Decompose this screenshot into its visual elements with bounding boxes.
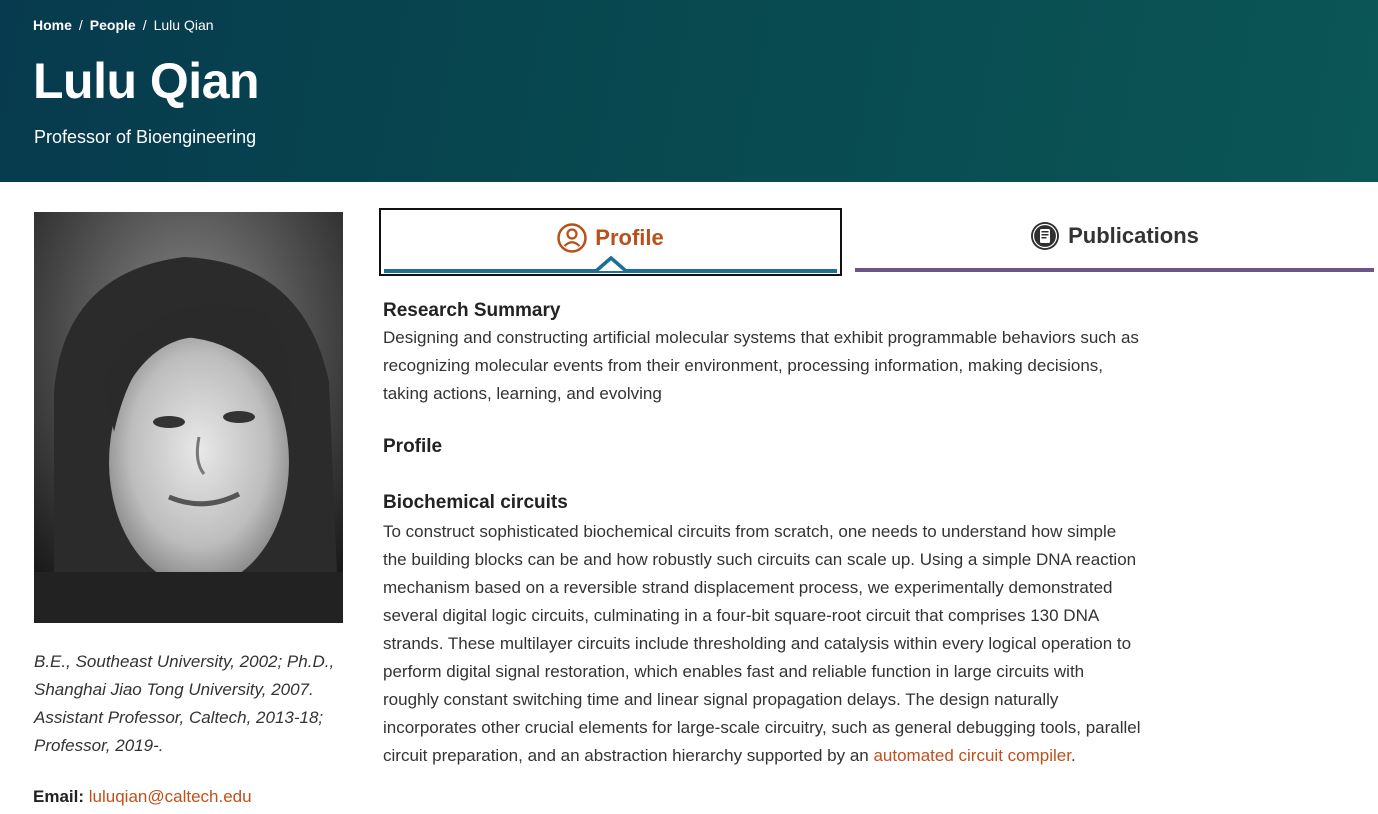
biochemical-circuits-body: To construct sophisticated biochemical c… [383, 522, 1141, 765]
sentence-end: . [1070, 746, 1076, 765]
tab-inactive-indicator [855, 268, 1374, 272]
page-title: Lulu Qian [33, 53, 260, 109]
book-icon [1031, 222, 1060, 250]
page-header: Home / People / Lulu Qian Lulu Qian Professo… [0, 0, 1378, 182]
circuit-compiler-link[interactable]: automated circuit compiler [873, 746, 1070, 765]
email-line: Email: luluqian@caltech.edu [33, 787, 252, 807]
tab-publications[interactable]: Publications [855, 208, 1374, 276]
biochemical-circuits-heading: Biochemical circuits [383, 492, 568, 513]
breadcrumb-people-link[interactable]: People [90, 17, 136, 33]
person-icon [557, 223, 588, 253]
profile-photo [34, 212, 343, 623]
research-summary-text: Designing and constructing artificial mo… [383, 328, 1139, 403]
tab-profile[interactable]: Profile [379, 208, 842, 276]
research-summary-heading: Research Summary [383, 300, 561, 321]
page-subtitle: Professor of Bioengineering [34, 127, 257, 147]
breadcrumb-current: Lulu Qian [153, 17, 214, 33]
email-link[interactable]: luluqian@caltech.edu [89, 787, 252, 806]
email-label: Email: [33, 787, 85, 806]
breadcrumb-separator: / [78, 17, 83, 33]
profile-content: Research Summary Designing and construct… [383, 300, 1143, 770]
education-bio: B.E., Southeast University, 2002; Ph.D.,… [34, 652, 335, 755]
portrait-image [34, 212, 343, 623]
tab-publications-label: Publications [1068, 223, 1199, 248]
breadcrumb: Home / People / Lulu Qian [33, 17, 214, 33]
biochemical-circuits-text: To construct sophisticated biochemical c… [383, 518, 1143, 770]
breadcrumb-separator: / [142, 17, 147, 33]
tab-profile-label: Profile [595, 225, 664, 250]
tab-active-caret [596, 255, 626, 273]
breadcrumb-home-link[interactable]: Home [33, 17, 72, 33]
profile-heading: Profile [383, 436, 443, 457]
